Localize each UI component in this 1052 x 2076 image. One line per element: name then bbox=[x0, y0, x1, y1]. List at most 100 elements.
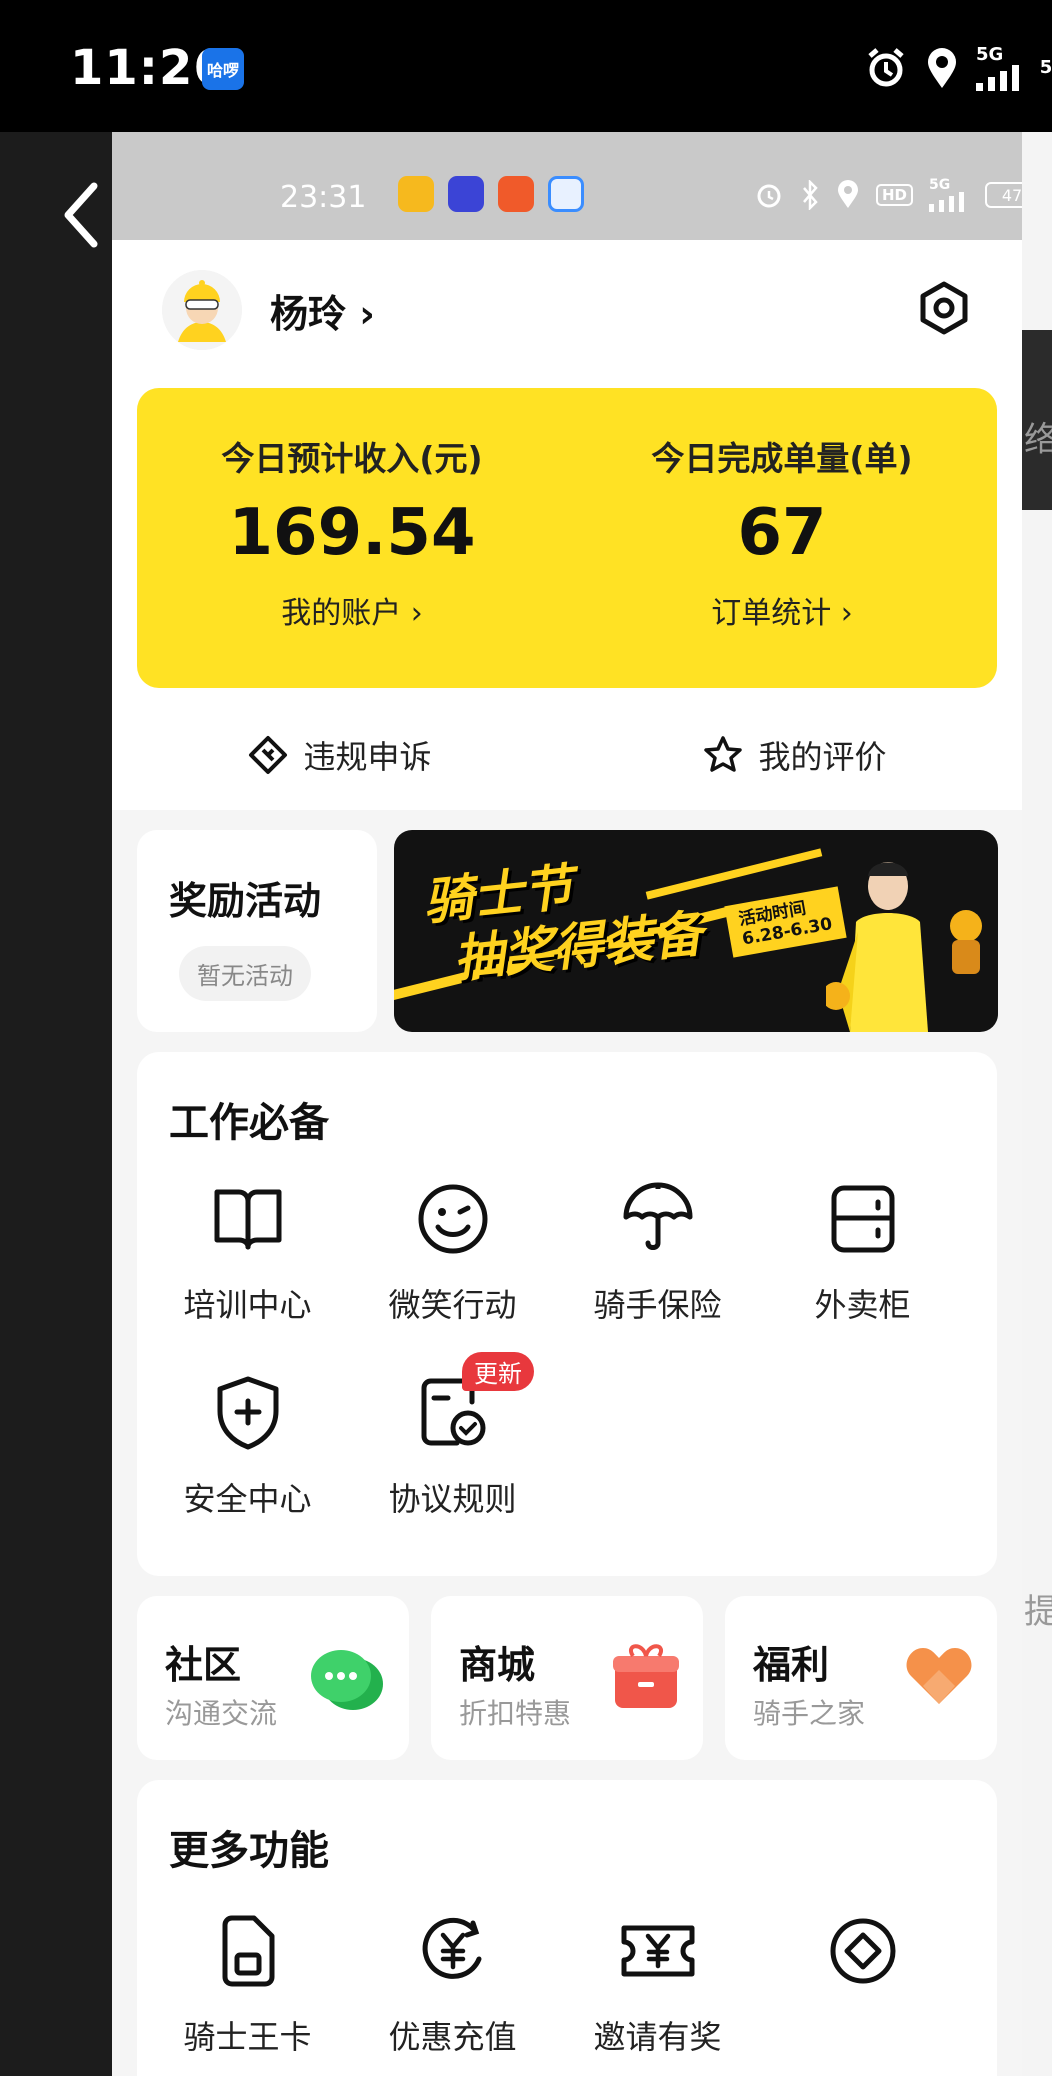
safety-center-label: 安全中心 bbox=[183, 1480, 312, 1518]
community-card[interactable]: 社区 沟通交流 bbox=[137, 1596, 409, 1760]
my-review-button[interactable]: 我的评价 bbox=[567, 710, 1022, 800]
banner-rider-figure bbox=[822, 846, 996, 1032]
umbrella-icon bbox=[555, 1174, 760, 1264]
quick-actions: 违规申诉 我的评价 bbox=[112, 710, 1022, 800]
hd-indicator: HD bbox=[876, 184, 914, 206]
agreement-icon: 更新 bbox=[350, 1352, 555, 1458]
training-center-label: 培训中心 bbox=[183, 1286, 312, 1324]
inner-clock: 23:31 bbox=[280, 180, 367, 215]
hello-app-icon: 哈啰 bbox=[202, 48, 244, 90]
more-features-card: 更多功能 骑士王卡 优惠充值 邀请有奖 bbox=[137, 1780, 997, 2076]
coin-icon bbox=[760, 1906, 965, 1996]
bluetooth-icon bbox=[803, 180, 818, 210]
inner-status-bar: 23:31 HD 5G 47 bbox=[112, 132, 1022, 240]
welfare-subtitle: 骑手之家 bbox=[753, 1697, 866, 1730]
work-essentials-title: 工作必备 bbox=[169, 1100, 329, 1146]
battery-partial: 5 bbox=[1040, 57, 1052, 78]
appeal-button[interactable]: 违规申诉 bbox=[112, 710, 567, 800]
update-badge: 更新 bbox=[462, 1352, 534, 1391]
mall-subtitle: 折扣特惠 bbox=[459, 1697, 572, 1730]
smile-action-label: 微笑行动 bbox=[388, 1286, 517, 1324]
appeal-icon bbox=[249, 736, 288, 774]
location-icon bbox=[924, 46, 960, 90]
outer-status-bar: 11:26 哈啰 5G 5 bbox=[0, 0, 1052, 132]
alarm-icon bbox=[757, 184, 781, 208]
order-stats-link[interactable]: 订单统计 › bbox=[567, 588, 997, 632]
shield-plus-icon bbox=[145, 1368, 350, 1458]
invite-reward-label: 邀请有奖 bbox=[593, 2018, 722, 2056]
back-arrow-icon[interactable] bbox=[60, 180, 100, 254]
battery-indicator: 47 bbox=[985, 182, 1022, 208]
mall-title: 商城 bbox=[459, 1643, 536, 1687]
rewards-title: 奖励活动 bbox=[169, 879, 322, 923]
profile-header[interactable]: 杨玲 › bbox=[162, 270, 375, 350]
knight-king-card-label: 骑士王卡 bbox=[183, 2018, 312, 2056]
income-label: 今日预计收入(元) bbox=[221, 439, 483, 478]
earnings-card: 今日预计收入(元) 169.54 我的账户 › 今日完成单量(单) 67 订单统… bbox=[137, 388, 997, 688]
food-locker-label: 外卖柜 bbox=[814, 1286, 911, 1324]
mall-card[interactable]: 商城 折扣特惠 bbox=[431, 1596, 703, 1760]
shopping-app-icon bbox=[498, 176, 534, 212]
agreement-rules-label: 协议规则 bbox=[388, 1480, 517, 1518]
settings-hex-icon[interactable] bbox=[916, 280, 972, 340]
star-icon bbox=[704, 736, 743, 772]
coin-item[interactable] bbox=[760, 1906, 965, 2012]
income-stat[interactable]: 今日预计收入(元) 169.54 我的账户 › bbox=[137, 432, 567, 632]
inner-network-type: 5G bbox=[929, 177, 951, 193]
my-account-link[interactable]: 我的账户 › bbox=[137, 588, 567, 632]
training-center-item[interactable]: 培训中心 bbox=[145, 1174, 350, 1326]
discount-recharge-label: 优惠充值 bbox=[388, 2018, 517, 2056]
app-notification-icon bbox=[398, 176, 434, 212]
rider-insurance-label: 骑手保险 bbox=[593, 1286, 722, 1324]
rewards-card[interactable]: 奖励活动 暂无活动 bbox=[137, 830, 377, 1032]
inner-network: 5G bbox=[929, 178, 969, 212]
yuan-ticket-icon bbox=[555, 1906, 760, 1996]
user-name[interactable]: 杨玲 › bbox=[270, 283, 375, 338]
orders-stat[interactable]: 今日完成单量(单) 67 订单统计 › bbox=[567, 432, 997, 632]
sim-card-icon bbox=[145, 1906, 350, 1996]
work-essentials-card: 工作必备 培训中心 微笑行动 骑手保险 外卖柜 安全中心 更新 协议规则 bbox=[137, 1052, 997, 1576]
orders-label: 今日完成单量(单) bbox=[651, 439, 913, 478]
orders-value: 67 bbox=[737, 496, 827, 570]
right-edge-text-1: 络 bbox=[1024, 420, 1052, 460]
alarm-icon bbox=[864, 46, 908, 90]
gift-icon bbox=[611, 1644, 681, 1714]
income-value: 169.54 bbox=[228, 496, 476, 570]
knight-festival-banner[interactable]: 骑士节 抽奖得装备 活动时间 6.28-6.30 bbox=[394, 830, 998, 1032]
smile-icon bbox=[350, 1174, 555, 1264]
right-edge-text-2: 提 bbox=[1024, 1592, 1052, 1632]
rider-insurance-item[interactable]: 骑手保险 bbox=[555, 1174, 760, 1326]
network-type: 5G bbox=[976, 44, 1004, 65]
browser-app-icon bbox=[548, 176, 584, 212]
left-edge-strip bbox=[0, 132, 112, 2076]
flashlight-app-icon bbox=[448, 176, 484, 212]
signal-bars-icon bbox=[929, 192, 965, 212]
agreement-rules-item[interactable]: 更新 协议规则 bbox=[350, 1352, 555, 1520]
more-features-title: 更多功能 bbox=[169, 1828, 329, 1874]
locker-icon bbox=[760, 1174, 965, 1264]
inner-app-icons bbox=[398, 176, 584, 212]
knight-king-card-item[interactable]: 骑士王卡 bbox=[145, 1906, 350, 2058]
appeal-label: 违规申诉 bbox=[303, 738, 432, 776]
avatar[interactable] bbox=[162, 270, 242, 350]
heart-icon bbox=[903, 1644, 975, 1712]
book-icon bbox=[145, 1174, 350, 1264]
community-subtitle: 沟通交流 bbox=[165, 1697, 278, 1730]
smile-action-item[interactable]: 微笑行动 bbox=[350, 1174, 555, 1326]
rewards-status: 暂无活动 bbox=[179, 946, 311, 1001]
my-review-label: 我的评价 bbox=[758, 738, 887, 776]
location-icon bbox=[838, 180, 858, 208]
banner-title: 骑士节 抽奖得装备 bbox=[420, 844, 706, 992]
yuan-recharge-icon bbox=[350, 1906, 555, 1996]
welfare-card[interactable]: 福利 骑手之家 bbox=[725, 1596, 997, 1760]
outer-status-icons: 5G 5 bbox=[864, 44, 1052, 91]
invite-reward-item[interactable]: 邀请有奖 bbox=[555, 1906, 760, 2058]
community-title: 社区 bbox=[165, 1643, 242, 1687]
welfare-title: 福利 bbox=[753, 1643, 830, 1687]
safety-center-item[interactable]: 安全中心 bbox=[145, 1368, 350, 1520]
food-locker-item[interactable]: 外卖柜 bbox=[760, 1174, 965, 1326]
inner-status-icons: HD 5G 47 bbox=[754, 178, 1022, 212]
phone-screen: 23:31 HD 5G 47 杨玲 › 今日预计收入(元) 169.54 我的账… bbox=[112, 132, 1022, 2076]
chat-bubble-icon bbox=[307, 1644, 387, 1718]
discount-recharge-item[interactable]: 优惠充值 bbox=[350, 1906, 555, 2058]
